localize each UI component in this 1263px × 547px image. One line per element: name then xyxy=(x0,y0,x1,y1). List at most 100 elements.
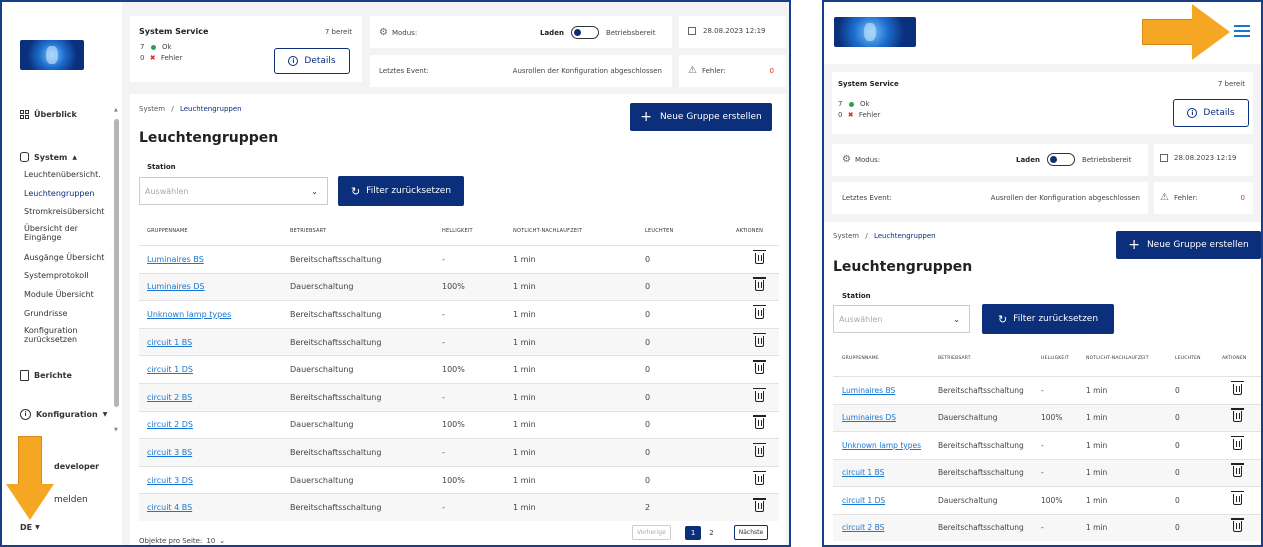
delete-row-button[interactable] xyxy=(753,332,766,349)
group-name-link[interactable]: circuit 1 BS xyxy=(147,338,192,347)
sidebar-subitem-leuchtengruppen[interactable]: Leuchtengruppen xyxy=(24,189,95,198)
delete-row-button[interactable] xyxy=(1231,408,1244,424)
group-name-link[interactable]: circuit 2 DS xyxy=(147,420,193,429)
modus-toggle-group[interactable]: Laden Betriebsbereit xyxy=(540,26,655,39)
column-header[interactable]: GRUPPENNAME xyxy=(147,228,188,234)
next-page-button[interactable]: Nächste xyxy=(733,525,769,540)
sidebar-logout[interactable]: melden xyxy=(54,495,88,505)
details-label: Details xyxy=(304,56,336,66)
delete-row-button[interactable] xyxy=(1231,490,1244,507)
column-header[interactable]: HELLIGKEIT xyxy=(442,228,473,234)
select-placeholder: Auswählen xyxy=(839,314,883,324)
column-header[interactable]: NOTLICHT-NACHLAUFZEIT xyxy=(513,228,582,234)
sidebar-subitem-ausgaenge[interactable]: Ausgänge Übersicht xyxy=(24,253,104,262)
group-name-link[interactable]: circuit 3 DS xyxy=(147,476,193,485)
breadcrumb-root[interactable]: System xyxy=(139,105,165,113)
group-name-link[interactable]: Unknown lamp types xyxy=(147,310,231,319)
group-name-link[interactable]: circuit 4 BS xyxy=(147,503,192,512)
modus-toggle[interactable] xyxy=(1046,153,1075,166)
column-header[interactable]: BETRIEBSART xyxy=(290,228,326,234)
sidebar-subitem-grundrisse[interactable]: Grundrisse xyxy=(24,309,67,318)
sidebar-item-config[interactable]: i Konfiguration ▼ xyxy=(20,409,107,420)
scrollbar-up-arrow[interactable]: ▲ xyxy=(114,107,118,113)
column-header[interactable]: AKTIONEN xyxy=(736,228,763,234)
hamburger-menu-icon[interactable] xyxy=(1234,25,1250,37)
page-1-button[interactable]: 1 xyxy=(684,525,702,540)
mode-cell: Bereitschaftsschaltung xyxy=(938,523,1024,533)
group-name-link[interactable]: Unknown lamp types xyxy=(842,441,921,450)
breadcrumb-root[interactable]: System xyxy=(833,232,859,240)
column-header[interactable]: HELLIGKEIT xyxy=(1041,356,1069,361)
page-2-button[interactable]: 2 xyxy=(707,526,715,540)
delete-row-button[interactable] xyxy=(753,387,766,404)
column-header[interactable]: AKTIONEN xyxy=(1222,356,1246,361)
column-header[interactable]: LEUCHTEN xyxy=(1175,356,1201,361)
group-name-link[interactable]: circuit 3 BS xyxy=(147,448,192,457)
details-button[interactable]: i Details xyxy=(1173,99,1249,127)
scrollbar-down-arrow[interactable]: ▼ xyxy=(114,427,118,433)
sidebar-subitem-konfig-reset[interactable]: Konfiguration zurücksetzen xyxy=(24,326,94,344)
delete-row-button[interactable] xyxy=(1231,518,1244,534)
modus-toggle[interactable] xyxy=(570,26,599,39)
table-row: circuit 2 BS Bereitschaftsschaltung - 1 min… xyxy=(139,383,779,411)
brightness-cell: - xyxy=(442,337,445,347)
column-header[interactable]: LEUCHTEN xyxy=(645,228,673,234)
group-name-link[interactable]: circuit 1 DS xyxy=(147,365,193,374)
delete-row-button[interactable] xyxy=(753,442,766,459)
delete-row-button[interactable] xyxy=(753,249,766,266)
sidebar-subitem-eingaenge[interactable]: Übersicht der Eingänge xyxy=(24,224,104,242)
group-name-link[interactable]: circuit 1 DS xyxy=(842,496,885,505)
group-name-link[interactable]: circuit 2 BS xyxy=(147,393,192,402)
group-name-link[interactable]: Luminaires BS xyxy=(147,255,204,264)
scrollbar-thumb[interactable] xyxy=(114,119,119,407)
delete-row-button[interactable] xyxy=(753,304,766,321)
prev-page-button[interactable]: Vorherige xyxy=(632,525,671,540)
breadcrumb-current[interactable]: Leuchtengruppen xyxy=(874,232,936,240)
reset-filter-button[interactable]: ↻ Filter zurücksetzen xyxy=(338,176,464,206)
delete-row-button[interactable] xyxy=(753,415,766,431)
mode-cell: Bereitschaftsschaltung xyxy=(938,385,1024,395)
new-group-button[interactable]: + Neue Gruppe erstellen xyxy=(630,103,772,131)
brightness-cell: 100% xyxy=(442,282,465,292)
station-select[interactable]: Auswählen ⌄ xyxy=(139,177,328,205)
sidebar-item-reports[interactable]: Berichte xyxy=(20,370,72,381)
delete-row-button[interactable] xyxy=(753,498,766,514)
station-select[interactable]: Auswählen ⌄ xyxy=(833,305,970,333)
delete-row-button[interactable] xyxy=(753,277,766,293)
group-name-link[interactable]: circuit 2 BS xyxy=(842,523,884,532)
delete-row-button[interactable] xyxy=(1231,435,1244,452)
column-header[interactable]: GRUPPENNAME xyxy=(842,356,879,361)
delete-row-button[interactable] xyxy=(1231,380,1244,397)
document-icon xyxy=(20,370,29,381)
group-name-link[interactable]: Luminaires BS xyxy=(842,386,895,395)
group-name-link[interactable]: Luminaires DS xyxy=(842,413,896,422)
sidebar-user[interactable]: developer xyxy=(54,462,99,471)
sidebar-subitem-stromkreis[interactable]: Stromkreisübersicht xyxy=(24,207,104,216)
sidebar-item-system[interactable]: System ▲ xyxy=(20,152,77,162)
column-header[interactable]: NOTLICHT-NACHLAUFZEIT xyxy=(1086,356,1149,361)
language-selector[interactable]: DE ▼ xyxy=(20,523,40,532)
delete-row-button[interactable] xyxy=(1231,463,1244,479)
lamps-cell: 0 xyxy=(645,282,651,292)
date-card: 28.08.2023 12:19 xyxy=(1154,144,1253,176)
sidebar-subitem-module[interactable]: Module Übersicht xyxy=(24,290,94,299)
reset-filter-button[interactable]: ↻ Filter zurücksetzen xyxy=(982,304,1114,334)
modus-toggle-group[interactable]: Laden Betriebsbereit xyxy=(1016,153,1131,166)
group-name-link[interactable]: circuit 1 BS xyxy=(842,468,884,477)
event-label: Letztes Event: xyxy=(842,194,892,202)
group-name-link[interactable]: Luminaires DS xyxy=(147,282,205,291)
sidebar-subitem-leuchtenuebersicht[interactable]: Leuchtenübersicht. xyxy=(24,170,101,179)
sidebar-subitem-systemprotokoll[interactable]: Systemprotokoll xyxy=(24,271,89,280)
brightness-cell: 100% xyxy=(1041,413,1063,423)
per-page[interactable]: Objekte pro Seite: 10 ⌄ xyxy=(139,537,225,545)
trash-icon xyxy=(753,470,766,485)
delete-row-button[interactable] xyxy=(753,360,766,376)
new-group-button[interactable]: + Neue Gruppe erstellen xyxy=(1116,231,1261,259)
details-button[interactable]: i Details xyxy=(274,48,350,74)
sidebar-scrollbar[interactable]: ▲ ▼ xyxy=(114,107,119,437)
column-header[interactable]: BETRIEBSART xyxy=(938,356,971,361)
left-screenshot-panel: Überblick System ▲ Leuchtenübersicht. Le… xyxy=(0,0,791,547)
sidebar-item-overview[interactable]: Überblick xyxy=(20,110,77,119)
breadcrumb-current[interactable]: Leuchtengruppen xyxy=(180,105,242,113)
delete-row-button[interactable] xyxy=(753,470,766,487)
